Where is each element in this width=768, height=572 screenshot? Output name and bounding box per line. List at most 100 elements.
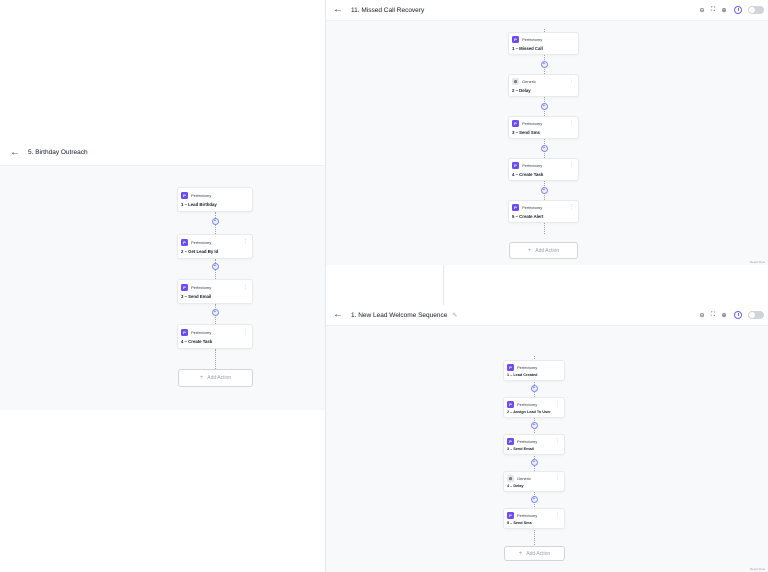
node-step-title: 1 – Lead Created: [507, 373, 538, 377]
active-toggle[interactable]: [748, 311, 764, 319]
perfectomy-logo-icon: P: [507, 512, 514, 519]
add-step-button[interactable]: +: [540, 103, 548, 110]
react-flow-attribution[interactable]: React Flow: [750, 567, 765, 571]
node-app-name: Perfectomy: [522, 37, 543, 42]
fit-view-icon[interactable]: ⛶: [709, 6, 717, 14]
workflow-node-4[interactable]: P Perfectomy ⋮ 4 – Create Task: [508, 158, 579, 181]
node-app-name: Perfectomy: [191, 330, 212, 335]
workflow-node-5[interactable]: P Perfectomy ⋮ 5 – Create Alert: [508, 200, 579, 223]
workflow-canvas[interactable]: P Perfectomy 1 – Lead Birthday + P Perfect…: [0, 165, 326, 410]
zoom-out-icon[interactable]: ⊖: [698, 311, 706, 319]
more-vertical-icon[interactable]: ⋮: [555, 475, 560, 481]
more-vertical-icon[interactable]: ⋮: [243, 329, 248, 335]
zoom-in-icon[interactable]: ⊕: [720, 311, 728, 319]
workflow-node-4[interactable]: ⚙ Generic ⋮ 4 – Delay: [503, 471, 565, 492]
more-vertical-icon[interactable]: ⋮: [555, 401, 560, 407]
workflow-panel-missed-call: ← 11. Missed Call Recovery ⊖ ⛶ ⊕ P Perfec…: [325, 0, 768, 265]
node-app-name: Perfectomy: [517, 402, 538, 407]
workflow-panel-birthday: ← 5. Birthday Outreach P Perfectomy 1 – L…: [0, 140, 326, 410]
perfectomy-logo-icon: P: [512, 162, 519, 169]
more-vertical-icon[interactable]: ⋮: [243, 284, 248, 290]
add-action-button[interactable]: + Add Action: [509, 242, 578, 259]
more-vertical-icon[interactable]: ⋮: [555, 512, 560, 518]
add-step-button[interactable]: +: [211, 263, 219, 270]
node-step-title: 3 – Send Email: [181, 294, 212, 299]
add-step-button[interactable]: +: [540, 145, 548, 152]
more-vertical-icon[interactable]: ⋮: [569, 120, 574, 126]
workflow-node-1[interactable]: P Perfectomy 1 – Lead Birthday: [177, 187, 253, 212]
workflow-node-2[interactable]: ⚙ Generic ⋮ 2 – Delay: [508, 74, 579, 97]
node-app-name: Perfectomy: [522, 121, 543, 126]
node-step-title: 2 – Assign Lead To User: [507, 410, 551, 414]
workflow-title: 5. Birthday Outreach: [28, 149, 88, 156]
add-action-label: Add Action: [526, 550, 551, 557]
node-step-title: 3 – Send Sms: [512, 130, 540, 135]
node-step-title: 1 – Missed Call: [512, 46, 543, 51]
perfectomy-logo-icon: P: [181, 192, 188, 199]
workflow-node-3[interactable]: P Perfectomy ⋮ 3 – Send Sms: [508, 116, 579, 139]
zoom-in-icon[interactable]: ⊕: [720, 6, 728, 14]
add-action-button[interactable]: + Add Action: [504, 546, 565, 561]
history-icon[interactable]: [734, 311, 742, 319]
node-app-name: Perfectomy: [517, 513, 538, 518]
more-vertical-icon[interactable]: ⋮: [569, 204, 574, 210]
edit-pencil-icon[interactable]: ✎: [452, 312, 457, 319]
node-app-name: Perfectomy: [517, 439, 538, 444]
workflow-node-4[interactable]: P Perfectomy ⋮ 4 – Create Task: [177, 324, 253, 349]
more-vertical-icon[interactable]: ⋮: [569, 78, 574, 84]
node-app-name: Perfectomy: [191, 240, 212, 245]
node-step-title: 5 – Create Alert: [512, 214, 544, 219]
active-toggle[interactable]: [748, 6, 764, 14]
workflow-panel-welcome: ← 1. New Lead Welcome Sequence ✎ ⊖ ⛶ ⊕ P…: [325, 305, 768, 572]
perfectomy-logo-icon: P: [512, 120, 519, 127]
plus-icon: +: [199, 375, 204, 381]
connector: [215, 349, 216, 369]
add-action-button[interactable]: + Add Action: [178, 369, 253, 387]
workflow-node-3[interactable]: P Perfectomy ⋮ 3 – Send Email: [503, 434, 565, 455]
workflow-node-1[interactable]: P Perfectomy 1 – Missed Call: [508, 32, 579, 55]
perfectomy-logo-icon: P: [512, 36, 519, 43]
workflow-canvas[interactable]: P Perfectomy 1 – Missed Call + ⚙ Generic ⋮…: [326, 20, 768, 265]
more-vertical-icon[interactable]: ⋮: [243, 239, 248, 245]
workflow-node-5[interactable]: P Perfectomy ⋮ 5 – Send Sms: [503, 508, 565, 529]
panel-header: ← 5. Birthday Outreach: [0, 140, 326, 165]
add-step-button[interactable]: +: [530, 385, 538, 392]
back-arrow-icon[interactable]: ←: [331, 5, 345, 15]
add-step-button[interactable]: +: [530, 496, 538, 503]
node-app-name: Perfectomy: [522, 205, 543, 210]
workflow-canvas[interactable]: P Perfectomy 1 – Lead Created + P Perfecto…: [326, 325, 768, 572]
perfectomy-logo-icon: P: [507, 364, 514, 371]
node-step-title: 2 – Get Lead By Id: [181, 249, 219, 254]
perfectomy-logo-icon: P: [181, 239, 188, 246]
workflow-node-2[interactable]: P Perfectomy ⋮ 2 – Assign Lead To User: [503, 397, 565, 418]
history-icon[interactable]: [734, 6, 742, 14]
more-vertical-icon[interactable]: ⋮: [555, 438, 560, 444]
workflow-node-1[interactable]: P Perfectomy 1 – Lead Created: [503, 360, 565, 381]
node-app-name: Perfectomy: [517, 365, 538, 370]
back-arrow-icon[interactable]: ←: [331, 310, 345, 320]
zoom-out-icon[interactable]: ⊖: [698, 6, 706, 14]
node-step-title: 3 – Send Email: [507, 447, 534, 451]
plus-icon: +: [518, 550, 523, 557]
add-step-button[interactable]: +: [540, 61, 548, 68]
add-step-button[interactable]: +: [211, 309, 219, 316]
workflow-node-2[interactable]: P Perfectomy ⋮ 2 – Get Lead By Id: [177, 234, 253, 259]
node-step-title: 4 – Delay: [507, 484, 524, 488]
add-step-button[interactable]: +: [540, 187, 548, 194]
add-step-button[interactable]: +: [530, 459, 538, 466]
workflow-node-3[interactable]: P Perfectomy ⋮ 3 – Send Email: [177, 279, 253, 304]
add-step-button[interactable]: +: [211, 218, 219, 225]
add-action-label: Add Action: [535, 247, 560, 254]
add-step-button[interactable]: +: [530, 422, 538, 429]
more-vertical-icon[interactable]: ⋮: [569, 162, 574, 168]
node-step-title: 4 – Create Task: [512, 172, 544, 177]
add-action-label: Add Action: [207, 375, 232, 381]
node-step-title: 4 – Create Task: [181, 339, 213, 344]
fit-view-icon[interactable]: ⛶: [709, 311, 717, 319]
react-flow-attribution[interactable]: React Flow: [750, 260, 765, 264]
perfectomy-logo-icon: P: [512, 204, 519, 211]
back-arrow-icon[interactable]: ←: [8, 147, 22, 158]
node-step-title: 5 – Send Sms: [507, 521, 532, 525]
perfectomy-logo-icon: P: [181, 329, 188, 336]
plus-icon: +: [527, 247, 532, 254]
